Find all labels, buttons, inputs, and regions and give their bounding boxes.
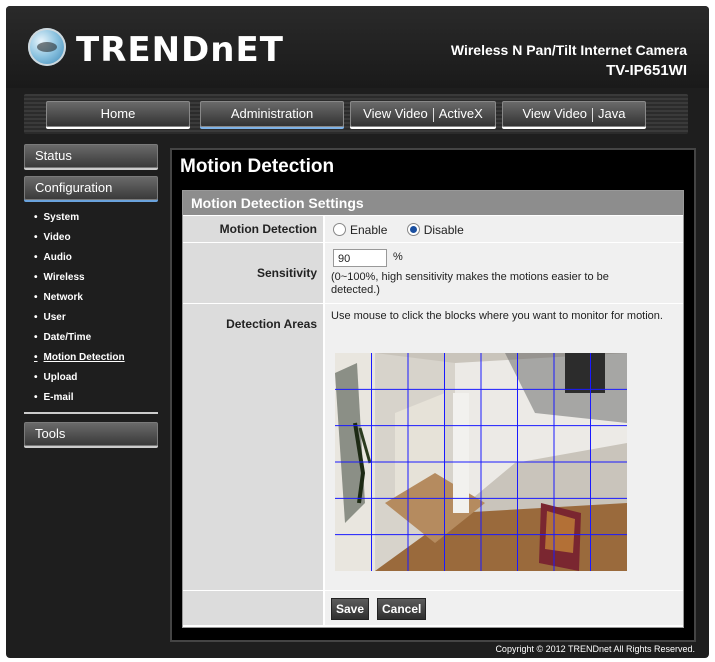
enable-radio[interactable] [333,223,346,237]
nav-view-video-label: View Video [363,106,428,121]
nav-activex-label: ActiveX [438,106,483,121]
product-title: Wireless N Pan/Tilt Internet Camera [450,42,687,58]
brand-logo-text: TRENDnET [76,30,284,70]
sensitivity-input[interactable]: 90 [333,249,387,267]
enable-radio-label: Enable [350,222,388,237]
motion-detection-row: Motion Detection Enable Disable [183,216,683,242]
sidebar-item-network[interactable]: Network [24,288,158,308]
nav-view-video-activex-button[interactable]: View Video ActiveX [350,101,496,127]
buttons-value-cell: Save Cancel [325,591,683,625]
sensitivity-label: Sensitivity [183,243,323,303]
sidebar-item-date-time[interactable]: Date/Time [24,328,158,348]
page-title: Motion Detection [180,156,335,177]
nav-java-label: Java [598,106,626,121]
sidebar-item-wireless[interactable]: Wireless [24,268,158,288]
buttons-row: Save Cancel [183,591,683,625]
sidebar-item-upload[interactable]: Upload [24,368,158,388]
sidebar-item-motion-detection[interactable]: Motion Detection [24,348,158,368]
sidebar-item-audio[interactable]: Audio [24,248,158,268]
sensitivity-row: Sensitivity 90 % (0~100%, high sensitivi… [183,243,683,303]
motion-detection-options: Enable Disable [325,216,683,242]
buttons-label-cell [183,591,323,625]
product-model: TV-IP651WI [606,62,687,79]
nav-home-button[interactable]: Home [46,101,190,127]
header: TRENDnET Wireless N Pan/Tilt Internet Ca… [6,6,709,88]
sidebar-configuration[interactable]: Configuration [24,176,158,200]
sidebar-item-video[interactable]: Video [24,228,158,248]
section-title: Motion Detection Settings [183,191,683,215]
save-button[interactable]: Save [331,598,370,620]
nav-view-video-java-button[interactable]: View Video Java [502,101,646,127]
sidebar-status[interactable]: Status [24,144,158,168]
detection-image-label-cell [183,344,323,590]
sidebar-item-system[interactable]: System [24,208,158,228]
motion-detection-label: Motion Detection [183,216,323,242]
footer-copyright: Copyright © 2012 TRENDnet All Rights Res… [495,644,695,654]
detection-areas-label: Detection Areas [183,304,323,344]
sidebar-config-list: System Video Audio Wireless Network User… [24,206,158,414]
detection-areas-value-cell: Use mouse to click the blocks where you … [325,304,683,344]
trendnet-logo-icon [28,28,66,66]
sidebar: Status Configuration System Video Audio … [24,144,158,446]
disable-radio-label: Disable [423,222,464,237]
content-area: Motion Detection Motion Detection Settin… [170,148,696,642]
camera-preview[interactable] [335,353,627,571]
app-frame: TRENDnET Wireless N Pan/Tilt Internet Ca… [6,6,709,658]
sensitivity-unit: % [393,251,403,263]
top-nav: Home Administration View Video ActiveX Vi… [24,94,688,134]
disable-radio[interactable] [406,223,420,237]
cancel-button[interactable]: Cancel [377,598,427,620]
detection-areas-hint: Use mouse to click the blocks where you … [331,310,663,322]
sidebar-tools[interactable]: Tools [24,422,158,446]
sensitivity-hint: (0~100%, high sensitivity makes the moti… [331,271,609,296]
camera-scene-image [335,353,627,571]
sidebar-item-user[interactable]: User [24,308,158,328]
sensitivity-value-cell: 90 % (0~100%, high sensitivity makes the… [325,243,683,303]
detection-areas-row: Detection Areas Use mouse to click the b… [183,304,683,344]
settings-panel: Motion Detection Settings Motion Detecti… [182,190,684,628]
nav-administration-button[interactable]: Administration [200,101,344,127]
nav-view-video-label: View Video [522,106,588,121]
sidebar-item-email[interactable]: E-mail [24,388,158,408]
